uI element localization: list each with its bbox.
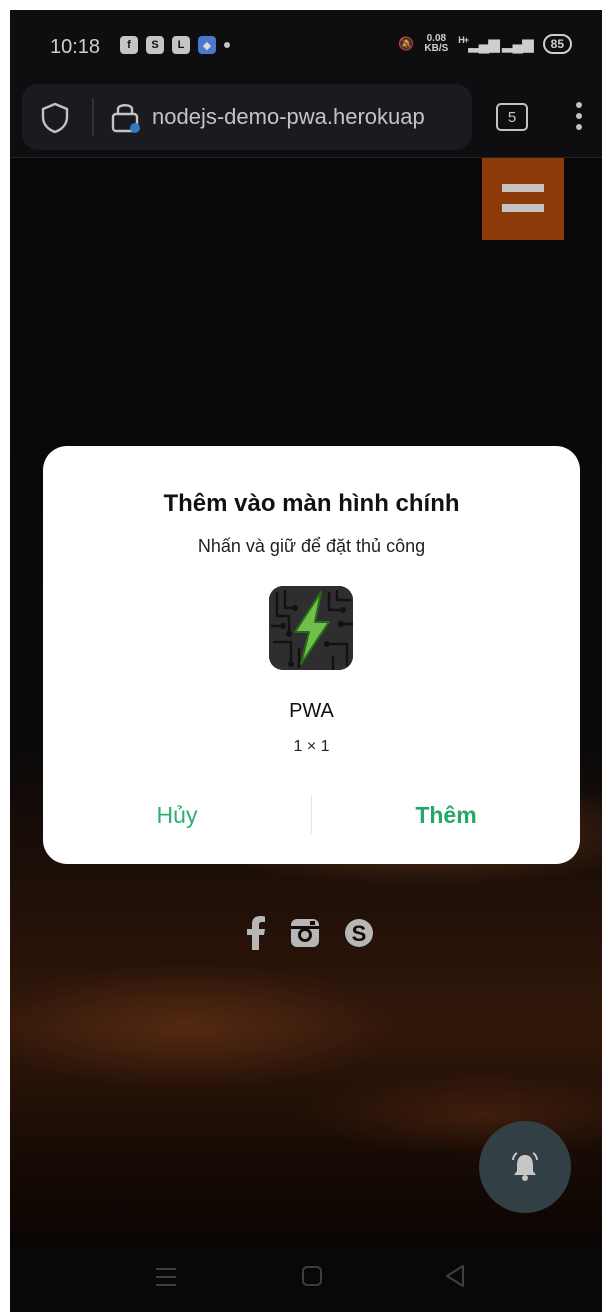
lightning-icon	[269, 586, 353, 670]
dialog-subtitle: Nhấn và giữ để đặt thủ công	[197, 536, 426, 556]
cancel-button[interactable]: Hủy	[43, 790, 311, 840]
dialog-title: Thêm vào màn hình chính	[163, 490, 460, 517]
add-to-home-screen-dialog: Thêm vào màn hình chính Nhấn và giữ để đ…	[43, 446, 580, 864]
phone-screen: 10:18 f S L ◆ 🔕 0.08 KB/S H+▂▄▆ ▂▄▆ 85 n…	[10, 10, 602, 1312]
add-button[interactable]: Thêm	[312, 790, 580, 840]
app-icon[interactable]	[269, 586, 353, 670]
app-size: 1 × 1	[293, 738, 330, 755]
app-name: PWA	[289, 700, 334, 722]
